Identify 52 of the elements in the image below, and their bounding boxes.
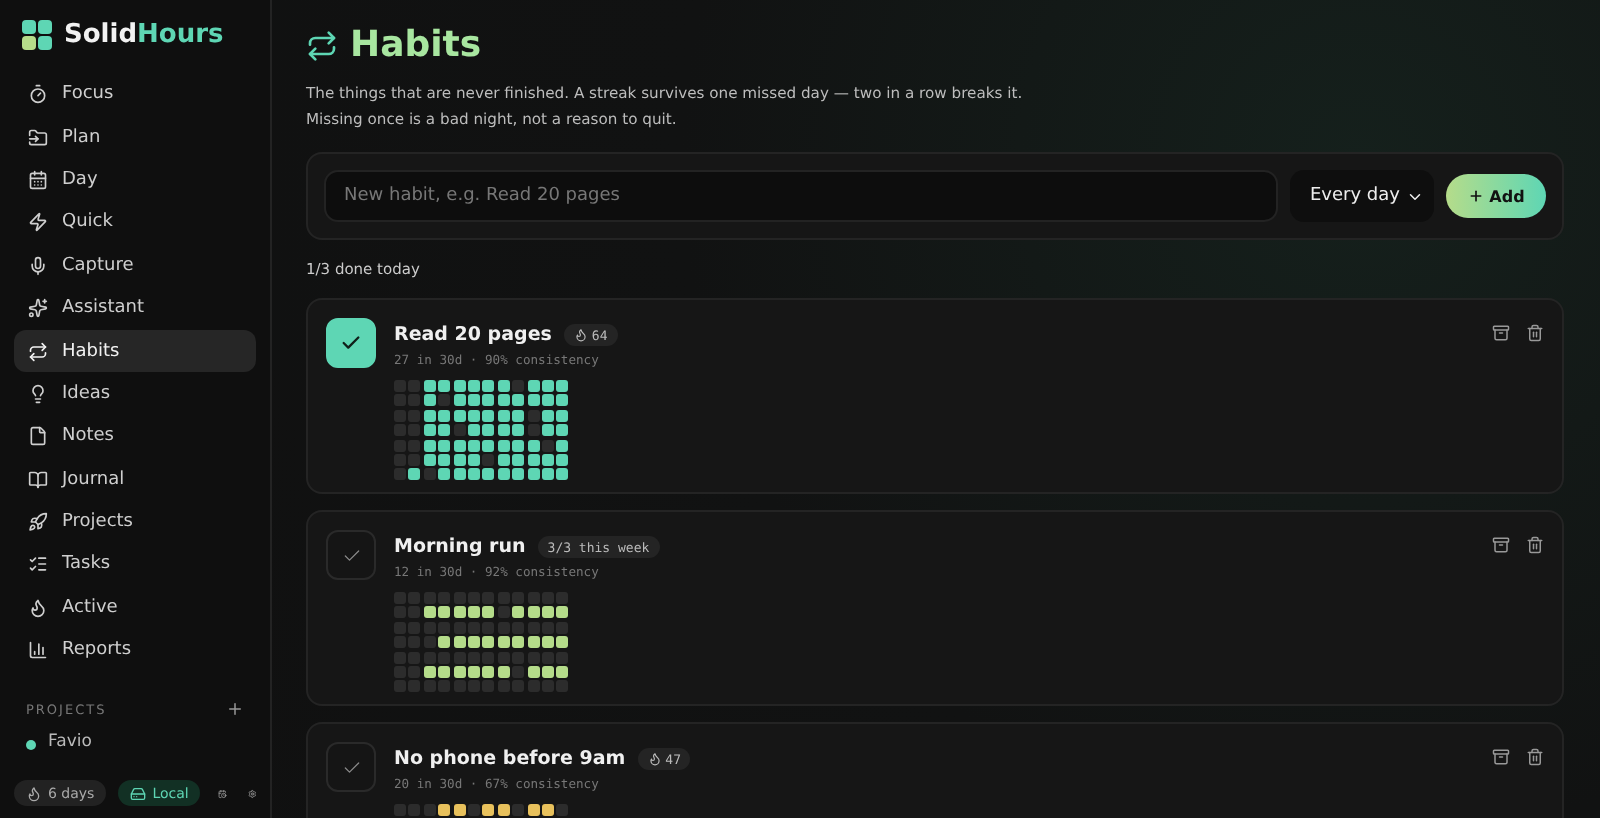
sidebar-item[interactable]: Journal [14,459,256,500]
add-icon[interactable] [226,700,244,719]
book-icon [28,469,48,490]
timer-icon [28,84,48,105]
brand-name: SolidHours [64,20,224,50]
habit-input-field[interactable]: New habit, e.g. Read 20 pages [324,170,1278,222]
add-button[interactable]: Add [1446,174,1546,218]
sidebar-item[interactable]: Plan [14,116,256,158]
habit-name: Morning run [394,536,526,558]
check-button[interactable] [326,742,376,792]
plus-icon [1467,188,1484,204]
archive-icon[interactable] [1492,324,1510,342]
frequency-dropdown[interactable]: Every day [1290,170,1434,222]
logo-icon [22,20,52,50]
sidebar-item[interactable]: Projects [14,501,256,543]
document-icon [28,426,48,447]
lightbulb-icon [28,383,48,404]
sidebar-item[interactable]: Day [14,159,256,201]
sidebar-item[interactable]: Tasks [14,544,256,586]
flame-icon [28,597,48,618]
calendar-icon [28,169,48,190]
checklist-icon [28,554,48,575]
archive-icon[interactable] [1492,748,1510,766]
trash-icon[interactable] [1526,324,1544,342]
sidebar-item[interactable]: Capture [14,245,256,286]
trash-icon[interactable] [1526,748,1544,766]
check-icon [341,545,361,565]
sidebar-item[interactable]: Assistant [14,287,256,329]
lightning-icon [28,212,48,233]
check-button[interactable] [326,530,376,580]
habit-name: Read 20 pages [394,324,552,346]
sidebar-item[interactable]: Active [14,587,256,629]
trash-icon[interactable] [1526,536,1544,554]
sidebar-item[interactable]: Ideas [14,373,256,415]
sparkles-icon [28,298,48,319]
repeat-icon [306,29,338,61]
sidebar-item[interactable]: Focus [14,74,256,115]
microphone-icon [28,255,48,276]
sidebar-item[interactable]: Notes [14,416,256,458]
habit-name: No phone before 9am [394,748,626,770]
rocket-icon [28,512,48,533]
project-item[interactable]: Favio [14,732,256,753]
check-icon [341,757,361,777]
bar-chart-icon [28,640,48,661]
archive-icon[interactable] [1492,536,1510,554]
sidebar-item[interactable]: Reports [14,630,256,671]
sidebar-item[interactable]: Habits [14,330,256,372]
page-title: Habits [350,24,482,66]
sidebar-item[interactable]: Quick [14,202,256,244]
tray-icon [28,127,48,148]
check-icon [340,332,362,354]
repeat-icon [28,341,48,362]
